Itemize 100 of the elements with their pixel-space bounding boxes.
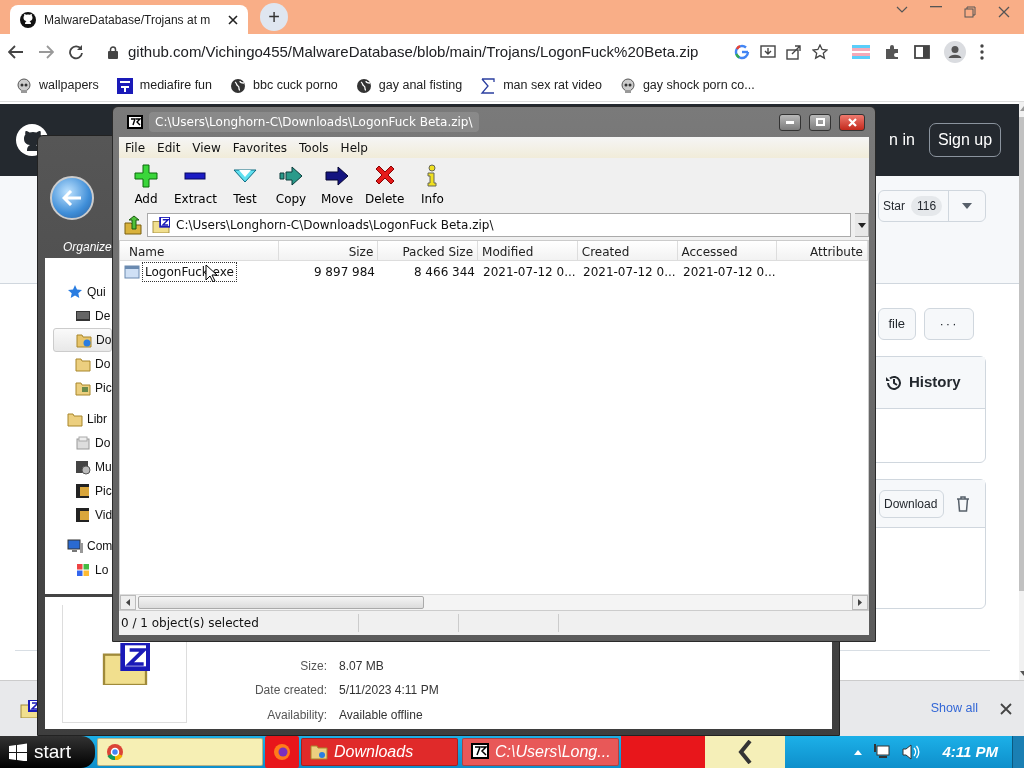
dropdown-button[interactable]: [855, 213, 869, 237]
forward-icon[interactable]: [38, 45, 54, 59]
menu-item[interactable]: Tools: [293, 137, 335, 158]
nav-item[interactable]: De: [53, 304, 111, 328]
minimize-icon[interactable]: [930, 6, 942, 8]
drive-icon: [75, 435, 91, 451]
bookmark[interactable]: gay shock porn co...: [619, 76, 755, 95]
profile-icon[interactable]: [944, 41, 966, 63]
toolbar-button[interactable]: Delete: [360, 158, 410, 212]
minimize-icon: [786, 120, 794, 124]
install-icon[interactable]: [760, 44, 776, 60]
toolbar-button[interactable]: Move: [314, 158, 360, 212]
nav-item[interactable]: Libr: [45, 407, 107, 431]
menu-icon[interactable]: [980, 44, 984, 60]
puzzle-icon[interactable]: [884, 44, 900, 60]
download-button[interactable]: Download: [879, 489, 945, 518]
close-icon[interactable]: [1000, 702, 1012, 715]
sigma-icon: [480, 77, 497, 94]
network-icon[interactable]: [874, 744, 891, 760]
taskbar-button[interactable]: [265, 736, 299, 768]
file-button[interactable]: file: [878, 308, 916, 340]
nav-item[interactable]: Do: [53, 328, 113, 352]
music-icon: [75, 459, 91, 475]
column-header[interactable]: Attribute: [777, 241, 868, 260]
minimize-button[interactable]: [779, 113, 801, 131]
app-icon: [471, 743, 489, 761]
chevron-down-icon[interactable]: [896, 6, 908, 14]
menu-item[interactable]: File: [119, 137, 152, 158]
lock-icon: [108, 45, 118, 59]
bookmark[interactable]: wallpapers: [16, 76, 99, 95]
nav-item[interactable]: Do: [53, 352, 111, 376]
maximize-button[interactable]: [809, 113, 831, 131]
start-button[interactable]: start: [0, 736, 95, 768]
taskbar-button[interactable]: Downloads: [301, 738, 458, 766]
column-header[interactable]: Accessed: [677, 241, 778, 260]
reload-icon[interactable]: [68, 44, 84, 60]
column-header[interactable]: Created: [577, 241, 678, 260]
column-header[interactable]: Name: [120, 241, 279, 260]
toolbar-button[interactable]: Add: [123, 158, 169, 212]
nav-item[interactable]: Do: [53, 431, 111, 455]
organize-menu[interactable]: Organize: [63, 238, 112, 256]
scroll-right-icon: [858, 599, 862, 606]
bookmark[interactable]: mediafire fun: [116, 76, 213, 95]
nav-item[interactable]: Pic: [53, 479, 112, 503]
nav-item[interactable]: Qui: [45, 280, 106, 304]
nav-item[interactable]: Mu: [53, 455, 112, 479]
show-all-link[interactable]: Show all: [930, 699, 978, 718]
sidebar-icon[interactable]: [914, 44, 930, 60]
detail-value: Available offline: [339, 706, 424, 724]
volume-icon[interactable]: [902, 744, 921, 760]
back-arrow-icon: [62, 190, 82, 206]
menu-item[interactable]: Help: [334, 137, 374, 158]
back-icon[interactable]: [8, 45, 24, 59]
toolbar-button[interactable]: Copy: [268, 158, 314, 212]
close-icon[interactable]: [228, 14, 238, 25]
show-hidden-icon[interactable]: [854, 749, 863, 755]
detail-value: 5/11/2023 4:11 PM: [339, 682, 439, 700]
star-button[interactable]: Star 116: [878, 190, 987, 222]
toolbar-button[interactable]: Info: [409, 158, 456, 212]
restore-icon[interactable]: [964, 6, 976, 18]
sign-up-button[interactable]: Sign up: [928, 123, 1002, 157]
back-button[interactable]: [50, 176, 94, 220]
path-field[interactable]: C:\Users\Longhorn-C\Downloads\LogonFuck Beta.zip\: [147, 213, 851, 237]
taskbar-button[interactable]: [97, 738, 263, 766]
history-link[interactable]: History: [909, 371, 961, 394]
column-header[interactable]: Size: [278, 241, 379, 260]
nav-item[interactable]: Lo: [53, 558, 109, 582]
film-icon: [75, 507, 91, 523]
sign-in-link[interactable]: n in: [889, 128, 915, 152]
bookmark[interactable]: gay anal fisting: [355, 76, 463, 95]
folder-up-icon[interactable]: [123, 215, 143, 235]
column-header[interactable]: Modified: [478, 241, 578, 260]
menu-item[interactable]: Favorites: [226, 137, 294, 158]
arrow-right-icon: [279, 164, 303, 188]
nav-item[interactable]: Com: [45, 534, 113, 558]
menu-item[interactable]: Edit: [151, 137, 187, 158]
new-tab-button[interactable]: +: [260, 3, 288, 31]
toolbar-button[interactable]: Test: [222, 158, 268, 212]
close-button[interactable]: [839, 113, 865, 131]
nav-item[interactable]: Vid: [53, 503, 113, 527]
google-icon[interactable]: [734, 44, 750, 60]
status-text: 0 / 1 object(s) selected: [121, 616, 259, 630]
star-icon[interactable]: [812, 44, 828, 60]
history-icon[interactable]: [885, 373, 903, 392]
taskbar-button[interactable]: C:\Users\Long...: [462, 738, 619, 766]
trash-icon[interactable]: [956, 495, 971, 512]
toolbar-button[interactable]: Extract: [169, 158, 222, 212]
nav-item[interactable]: Pic: [53, 376, 112, 400]
caret-icon[interactable]: [962, 203, 973, 209]
horizontal-scrollbar[interactable]: [120, 594, 868, 610]
path-text: C:\Users\Longhorn-C\Downloads\LogonFuck Beta.zip\: [176, 217, 494, 234]
column-header[interactable]: Packed Size: [378, 241, 479, 260]
more-button[interactable]: ···: [924, 308, 974, 340]
window-title: C:\Users\Longhorn-C\Downloads\LogonFuck Beta.zip\: [149, 112, 479, 132]
bookmark[interactable]: man sex rat video: [480, 76, 602, 95]
menu-item[interactable]: View: [186, 137, 227, 158]
browser-tab[interactable]: MalwareDatabase/Trojans at m: [10, 5, 248, 34]
globe-icon: [230, 77, 247, 94]
bookmark[interactable]: bbc cuck porno: [230, 76, 338, 95]
share-icon[interactable]: [786, 44, 802, 60]
